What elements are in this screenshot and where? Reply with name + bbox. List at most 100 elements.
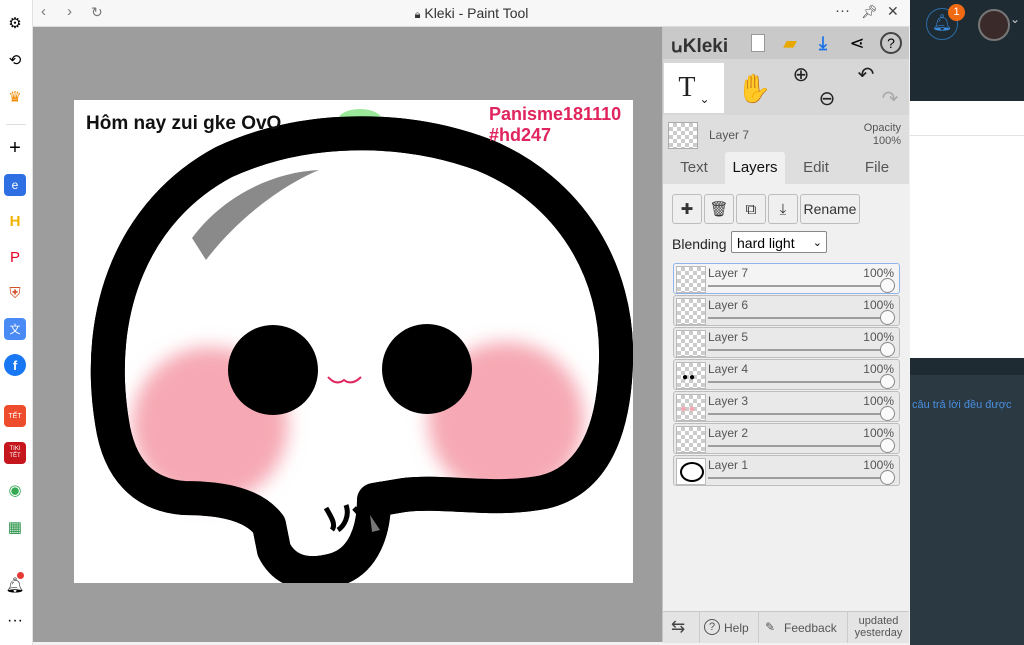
opacity-slider-knob[interactable] <box>880 470 895 485</box>
help-glyph: ? <box>880 32 902 54</box>
notification-count-badge: 1 <box>948 4 965 21</box>
shopee-tet-icon[interactable]: TẾT <box>4 405 26 427</box>
pin-icon[interactable]: 📌︎ <box>861 4 878 20</box>
hand-icon: ✋ <box>736 72 772 104</box>
duplicate-icon: ⧉ <box>745 200 757 218</box>
rename-layer-button[interactable]: Rename <box>800 194 860 224</box>
opacity-slider-knob[interactable] <box>880 374 895 389</box>
kleki-panel: ꭎKleki ▰ ⤓ ⋖ ? T ⌄ ✋ ⊕ ⊖ ↶ ↷ Layer 7 Opa… <box>662 27 909 643</box>
shield-app-icon[interactable]: ⛨ <box>4 282 26 304</box>
layer-name: Layer 7 <box>708 266 749 280</box>
merge-layer-button[interactable]: ⤓ <box>768 194 798 224</box>
tab-file[interactable]: File <box>847 152 907 184</box>
kleki-topbar: ꭎKleki ▰ ⤓ ⋖ ? <box>663 27 909 59</box>
opacity-slider-track[interactable] <box>708 413 889 415</box>
drawing-canvas[interactable]: Hôm nay zui gke OvO Panisme181110 #hd247 <box>74 100 634 591</box>
trash-icon: 🗑 <box>709 201 729 218</box>
maps-app-icon[interactable]: ◉ <box>4 479 26 501</box>
opacity-slider-knob[interactable] <box>880 406 895 421</box>
tiki-tet-icon[interactable]: TIKI TẾT <box>4 442 26 464</box>
tab-text[interactable]: Text <box>664 152 724 184</box>
blending-label: Blending <box>672 236 727 252</box>
kleki-logo: ꭎKleki <box>671 32 728 58</box>
opacity-slider-knob[interactable] <box>880 342 895 357</box>
opacity-slider-track[interactable] <box>708 477 889 479</box>
open-folder-icon[interactable]: ▰ <box>777 30 803 56</box>
opacity-readout: Opacity 100% <box>864 122 901 148</box>
zoom-in-button[interactable]: ⊕ <box>789 59 813 89</box>
tab-layers[interactable]: Layers <box>725 152 785 184</box>
edge-app-icon[interactable]: e <box>4 174 26 196</box>
notification-dot <box>17 572 24 579</box>
plus-icon[interactable]: + <box>4 137 26 159</box>
redo-icon: ↷ <box>881 87 899 110</box>
opacity-slider-track[interactable] <box>708 285 889 287</box>
opacity-slider-knob[interactable] <box>880 438 895 453</box>
avatar[interactable] <box>978 9 1010 41</box>
duplicate-layer-button[interactable]: ⧉ <box>736 194 766 224</box>
more-icon[interactable]: ··· <box>4 610 26 632</box>
layer-row-2[interactable]: Layer 2 100% <box>673 423 900 454</box>
updated-info: updated yesterday <box>847 612 909 643</box>
opacity-slider-track[interactable] <box>708 381 889 383</box>
layer-thumbnail: ●● <box>676 362 706 389</box>
close-icon[interactable]: ✕ <box>887 3 899 20</box>
feedback-label: Feedback <box>784 621 837 635</box>
opacity-slider-knob[interactable] <box>880 310 895 325</box>
facebook-icon[interactable]: f <box>4 354 26 376</box>
swap-side-icon[interactable]: ⇆ <box>671 617 685 637</box>
layer-row-3[interactable]: ●● Layer 3 100% <box>673 391 900 422</box>
opacity-slider-knob[interactable] <box>880 278 895 293</box>
tool-dropdown-icon[interactable]: ⌄ <box>700 92 710 107</box>
layer-row-7[interactable]: Layer 7 100% <box>673 263 900 294</box>
layer-row-4[interactable]: ●● Layer 4 100% <box>673 359 900 390</box>
history-icon[interactable]: ⟲ <box>4 49 26 71</box>
pinterest-icon[interactable]: P <box>4 246 26 268</box>
blending-select[interactable]: hard light ⌄ <box>731 231 827 253</box>
translate-icon[interactable]: 文 <box>4 318 26 340</box>
lock-icon: 🔒︎ <box>414 9 421 21</box>
layer-thumbnail <box>676 330 706 357</box>
text-tool-button[interactable]: T ⌄ <box>664 63 724 113</box>
tab-edit[interactable]: Edit <box>786 152 846 184</box>
opacity-slider-track[interactable] <box>708 349 889 351</box>
download-icon[interactable]: ⤓ <box>810 30 836 56</box>
zoom-in-icon: ⊕ <box>792 63 810 86</box>
rename-label: Rename <box>803 201 857 217</box>
help-icon[interactable]: ? <box>878 30 904 56</box>
feedback-button[interactable]: ✎ Feedback <box>758 612 847 643</box>
layer-row-6[interactable]: Layer 6 100% <box>673 295 900 326</box>
add-layer-icon: ✚ <box>680 201 694 218</box>
eye-right <box>382 324 472 414</box>
layer-thumbnail <box>676 458 706 485</box>
delete-layer-button[interactable]: 🗑 <box>704 194 734 224</box>
opacity-value: 100% <box>872 135 901 147</box>
layer-row-1[interactable]: Layer 1 100% <box>673 455 900 486</box>
add-layer-button[interactable]: ✚ <box>672 194 702 224</box>
opacity-slider-track[interactable] <box>708 445 889 447</box>
opacity-slider-track[interactable] <box>708 317 889 319</box>
help-button[interactable]: ? Help <box>699 612 758 643</box>
help-circle-icon: ? <box>704 619 720 635</box>
text-tool-label: T <box>678 72 696 103</box>
blending-value: hard light <box>737 235 795 251</box>
new-file-icon[interactable] <box>745 30 771 56</box>
crown-icon[interactable]: ♛ <box>4 86 26 108</box>
sheets-app-icon[interactable]: ▦ <box>4 516 26 538</box>
more-options-icon[interactable]: ··· <box>835 2 850 19</box>
share-icon[interactable]: ⋖ <box>844 30 870 56</box>
window-title: 🔒︎ Kleki - Paint Tool <box>33 5 910 22</box>
gear-icon[interactable]: ⚙ <box>4 12 26 34</box>
hand-tool-button[interactable]: ✋ <box>729 63 779 113</box>
undo-button[interactable]: ↶ <box>853 59 879 89</box>
kleki-logo-text: Kleki <box>682 36 729 57</box>
canvas-text-left: Hôm nay zui gke OvO <box>86 113 281 134</box>
chevron-down-icon[interactable]: ⌄ <box>1010 12 1020 26</box>
tool-row: T ⌄ ✋ ⊕ ⊖ ↶ ↷ <box>663 59 909 115</box>
h-app-icon[interactable]: H <box>4 210 26 232</box>
layer-row-5[interactable]: Layer 5 100% <box>673 327 900 358</box>
redo-button[interactable]: ↷ <box>877 83 903 113</box>
zoom-out-button[interactable]: ⊖ <box>815 83 839 113</box>
updated-line-2: yesterday <box>854 627 903 639</box>
browser-sidebar: ⚙ ⟲ ♛ + e H P ⛨ 文 f TẾT TIKI TẾT ◉ ▦ 🔔︎ … <box>0 0 33 645</box>
